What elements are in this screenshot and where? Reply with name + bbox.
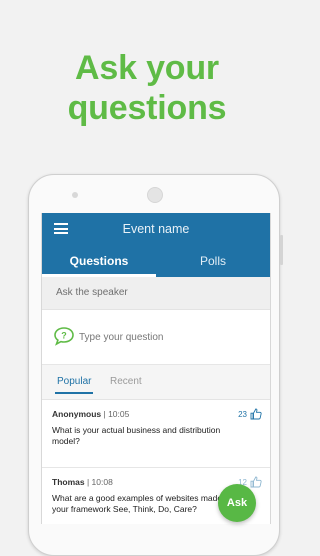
- question-bubble-icon: ?: [54, 327, 74, 346]
- question-time: 10:08: [91, 477, 113, 487]
- question-time: 10:05: [108, 409, 130, 419]
- list-item[interactable]: Anonymous | 10:05 23 What is your actual…: [42, 400, 270, 467]
- tab-questions[interactable]: Questions: [42, 247, 156, 277]
- question-author: Thomas: [52, 477, 85, 487]
- phone-side-button: [280, 235, 283, 265]
- filter-bar: Popular Recent: [42, 365, 270, 400]
- like-button[interactable]: 23: [238, 408, 262, 420]
- headline-line2: questions: [67, 89, 227, 127]
- question-author: Anonymous: [52, 409, 102, 419]
- question-text: What is your actual business and distrib…: [52, 425, 221, 446]
- thumbs-up-icon: [250, 476, 262, 488]
- ask-button[interactable]: Ask: [218, 484, 256, 522]
- tab-polls[interactable]: Polls: [156, 247, 270, 277]
- app-bar: Event name Questions Polls: [42, 213, 270, 277]
- headline-line1: Ask your: [75, 49, 219, 87]
- question-placeholder: Type your question: [79, 332, 164, 343]
- app-screen: Event name Questions Polls Ask the speak…: [41, 213, 271, 524]
- question-input[interactable]: ? Type your question: [42, 310, 270, 365]
- tab-bar: Questions Polls: [42, 247, 270, 277]
- speaker-icon: [147, 187, 163, 203]
- filter-popular[interactable]: Popular: [54, 376, 94, 394]
- headline: Ask your questions: [0, 48, 294, 128]
- event-title: Event name: [122, 222, 190, 236]
- thumbs-up-icon: [250, 408, 262, 420]
- ask-speaker-header: Ask the speaker: [42, 277, 270, 310]
- filter-recent[interactable]: Recent: [110, 376, 142, 387]
- question-meta: Anonymous | 10:05: [52, 409, 260, 419]
- svg-text:?: ?: [61, 331, 67, 341]
- like-count: 23: [238, 409, 247, 419]
- camera-icon: [72, 192, 78, 198]
